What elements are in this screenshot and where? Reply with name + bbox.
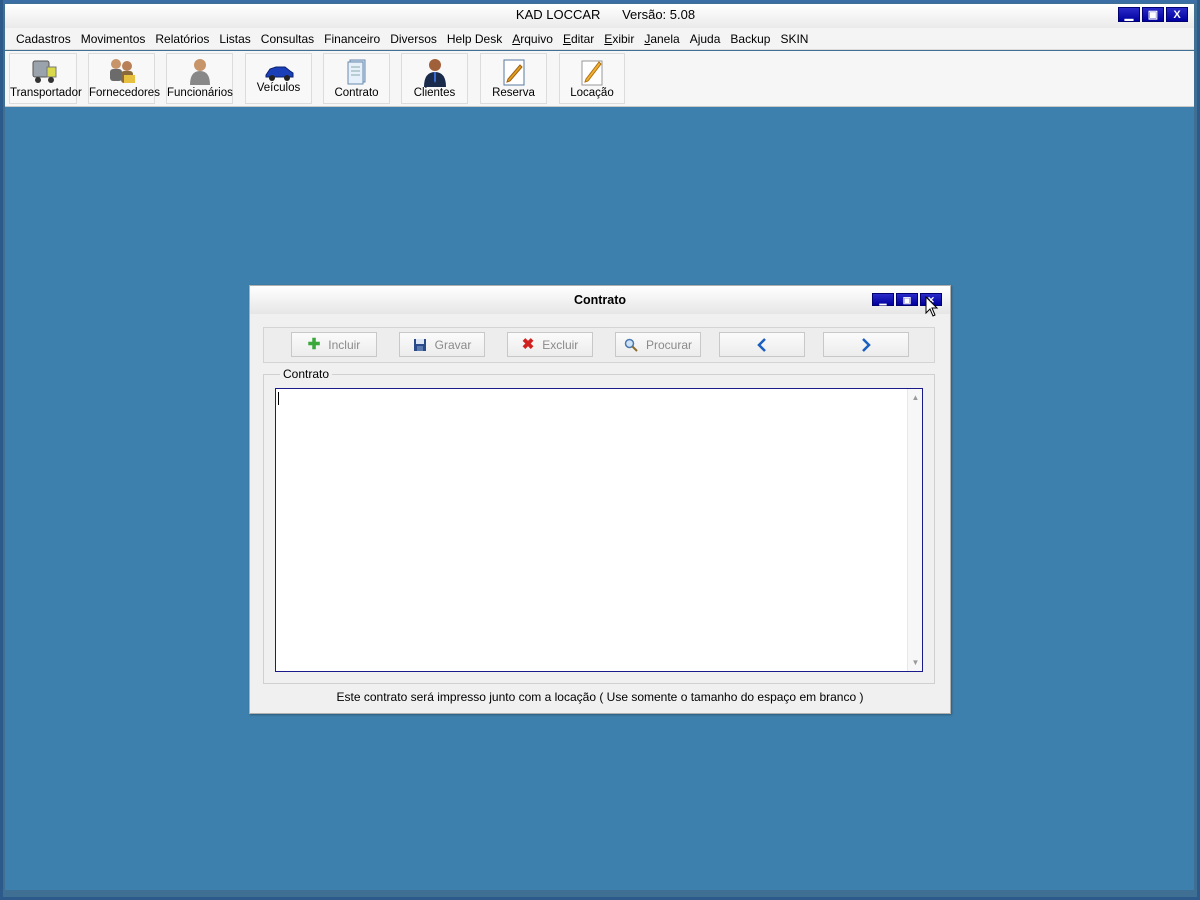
menu-consultas[interactable]: Consultas (261, 32, 314, 46)
app-title-bar[interactable]: KAD LOCCAR Versão: 5.08 ▁ ▣ X (5, 4, 1194, 28)
app-title: KAD LOCCAR (515, 7, 601, 22)
main-toolbar: Transportador Fornecedores Funcionários … (5, 51, 1194, 107)
toolbar-fornecedores-button[interactable]: Fornecedores (88, 53, 160, 104)
menu-skin[interactable]: SKIN (780, 32, 808, 46)
dialog-action-bar: ✚ Incluir Gravar ✖ Excluir Procurar (263, 327, 935, 363)
client-icon (423, 59, 446, 87)
document-icon (347, 59, 365, 85)
contrato-group-box: Contrato ▲ ▼ (263, 367, 935, 684)
truck-icon (32, 60, 57, 83)
menu-editar[interactable]: Editar (563, 32, 594, 46)
menu-help-desk[interactable]: Help Desk (447, 32, 502, 46)
menu-cadastros[interactable]: Cadastros (16, 32, 71, 46)
scroll-up-icon[interactable]: ▲ (908, 393, 923, 402)
delete-x-icon: ✖ (521, 336, 535, 353)
excluir-button[interactable]: ✖ Excluir (507, 332, 593, 357)
toolbar-label: Reserva (492, 87, 535, 99)
procurar-label: Procurar (645, 337, 692, 352)
toolbar-label: Locação (570, 87, 614, 99)
toolbar-label: Transportador (10, 87, 82, 99)
toolbar-reserva-button[interactable]: Reserva (480, 53, 547, 104)
previous-record-button[interactable] (719, 332, 805, 357)
menu-exibir[interactable]: Exibir (604, 32, 634, 46)
save-disk-icon (413, 338, 426, 351)
minimize-icon: ▁ (879, 294, 887, 305)
toolbar-label: Contrato (334, 87, 379, 99)
menu-movimentos[interactable]: Movimentos (81, 32, 146, 46)
gravar-button[interactable]: Gravar (399, 332, 485, 357)
gravar-label: Gravar (434, 337, 472, 352)
menu-diversos[interactable]: Diversos (390, 32, 437, 46)
vertical-scrollbar[interactable]: ▲ ▼ (907, 389, 922, 671)
dialog-minimize-button[interactable]: ▁ (872, 293, 894, 306)
text-caret (278, 392, 279, 405)
menu-janela[interactable]: Janela (644, 32, 679, 46)
arrow-right-icon (862, 337, 871, 352)
mouse-cursor-icon (925, 296, 939, 317)
plus-icon: ✚ (307, 336, 321, 353)
menu-relatorios[interactable]: Relatórios (155, 32, 209, 46)
toolbar-funcionarios-button[interactable]: Funcionários (166, 53, 233, 104)
maximize-button[interactable]: ▣ (1142, 7, 1164, 22)
reservation-icon (503, 59, 524, 86)
excluir-label: Excluir (542, 337, 579, 352)
close-button[interactable]: X (1166, 7, 1188, 22)
scroll-down-icon[interactable]: ▼ (908, 658, 923, 667)
toolbar-label: Fornecedores (89, 87, 160, 99)
maximize-icon: ▣ (902, 294, 912, 305)
contrato-dialog: Contrato ▁ ▣ ✕ ✚ Incluir Gravar ✖ Exclui… (249, 285, 951, 714)
dialog-maximize-button[interactable]: ▣ (896, 293, 918, 306)
maximize-icon: ▣ (1147, 8, 1159, 21)
toolbar-label: Clientes (413, 87, 456, 99)
toolbar-label: Veículos (256, 82, 301, 94)
incluir-label: Incluir (328, 337, 361, 352)
menu-ajuda[interactable]: Ajuda (690, 32, 721, 46)
incluir-button[interactable]: ✚ Incluir (291, 332, 377, 357)
toolbar-veiculos-button[interactable]: Veículos (245, 53, 312, 104)
rental-pencil-icon (581, 60, 603, 86)
employee-icon (189, 59, 210, 85)
group-label: Contrato (280, 367, 333, 381)
minimize-button[interactable]: ▁ (1118, 7, 1140, 22)
dialog-title: Contrato (573, 293, 627, 307)
toolbar-locacao-button[interactable]: Locação (559, 53, 625, 104)
search-icon (624, 338, 638, 352)
close-icon: X (1173, 8, 1181, 21)
minimize-icon: ▁ (1124, 8, 1134, 21)
app-version: Versão: 5.08 (622, 7, 696, 22)
toolbar-label: Funcionários (167, 87, 233, 99)
menu-arquivo[interactable]: Arquivo (512, 32, 553, 46)
procurar-button[interactable]: Procurar (615, 332, 701, 357)
contrato-text-area[interactable]: ▲ ▼ (275, 388, 923, 672)
menu-backup[interactable]: Backup (730, 32, 770, 46)
dialog-title-bar[interactable]: Contrato ▁ ▣ ✕ (250, 286, 950, 314)
menu-financeiro[interactable]: Financeiro (324, 32, 380, 46)
suppliers-icon (109, 59, 135, 83)
toolbar-clientes-button[interactable]: Clientes (401, 53, 468, 104)
dialog-footer-note: Este contrato será impresso junto com a … (336, 690, 864, 704)
menu-listas[interactable]: Listas (219, 32, 250, 46)
toolbar-transportador-button[interactable]: Transportador (9, 53, 82, 104)
arrow-left-icon (757, 337, 766, 352)
menu-bar: Cadastros Movimentos Relatórios Listas C… (5, 28, 1194, 50)
next-record-button[interactable] (823, 332, 909, 357)
toolbar-contrato-button[interactable]: Contrato (323, 53, 390, 104)
